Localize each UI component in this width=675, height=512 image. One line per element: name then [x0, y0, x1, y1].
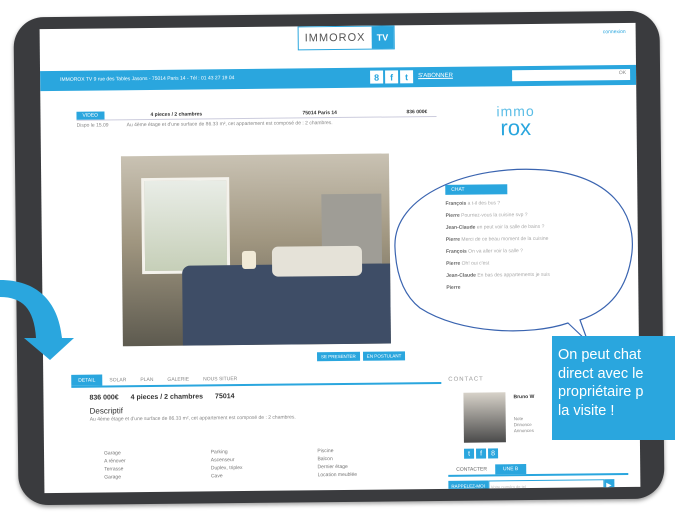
feature-item: A rénover: [104, 458, 126, 465]
tab-une-b[interactable]: UNE B: [494, 464, 527, 475]
tab-detail[interactable]: DETAIL: [71, 374, 103, 386]
property-photo[interactable]: [120, 153, 391, 347]
chat-text: Oh! oui c'est: [461, 260, 490, 267]
property-location: 75014 Paris 14: [302, 110, 337, 117]
description-text: Au 4ème étage et d'une surface de 86.33 …: [89, 414, 296, 423]
detail-postal: 75014: [215, 393, 235, 401]
chat-message: Jean-Claude en peut voir la salle de bai…: [446, 223, 626, 231]
callout-line: direct avec le: [558, 365, 644, 382]
chat-message: Jean-Claude En bas des appartements je s…: [446, 271, 626, 279]
chat-header: CHAT: [445, 184, 508, 195]
chat-message: Pierre: [446, 283, 626, 291]
feature-item: Garage: [104, 474, 122, 481]
chat-text: En bas des appartements je suis: [477, 271, 550, 279]
feature-item: Piscine: [317, 448, 334, 455]
chat-author: Jean-Claude: [446, 272, 476, 279]
search-ok-button[interactable]: OK: [619, 70, 626, 76]
detail-rooms: 4 pieces / 2 chambres: [130, 393, 204, 402]
feature-item: Parking: [210, 449, 228, 456]
chat-message: Pierre Merci de ce beau moment de la cui…: [446, 235, 626, 243]
facebook-icon[interactable]: f: [385, 70, 399, 84]
apply-button[interactable]: EN POSTULANT: [362, 351, 406, 361]
site-logo[interactable]: IMMOROX TV: [297, 25, 395, 51]
feature-item: Location meublée: [317, 471, 358, 479]
tab-nous-situer[interactable]: NOUS SITUER: [196, 373, 244, 385]
chat-author: François: [445, 200, 467, 207]
agent-social: t f 8: [464, 448, 499, 459]
features-grid: Garage Parking Piscine A rénover Ascense…: [104, 447, 424, 480]
photo-lamp: [241, 250, 257, 270]
property-rooms: 4 pieces / 2 chambres: [150, 111, 203, 118]
chat-text: a t-il des bus ?: [467, 200, 501, 207]
brand-line2: rox: [500, 114, 532, 141]
chat-author: Pierre: [445, 212, 460, 219]
property-short-desc: Au 4ème étage et d'une surface de 86.33 …: [126, 120, 333, 129]
property-price: 836 000€: [406, 109, 428, 116]
agent-photo: [463, 392, 506, 443]
immorox-logo: immo rox: [496, 103, 535, 141]
chat-author: Jean-Claude: [445, 224, 476, 231]
top-bar: IMMOROX TV 9 rue des Tables Jasons - 750…: [40, 64, 637, 92]
present-button[interactable]: SE PRESENTER: [316, 351, 360, 362]
chat-panel: CHAT François a t-il des bus ? Pierre Po…: [445, 183, 626, 291]
feature-item: Cave: [210, 473, 223, 480]
callout-line: On peut chat: [558, 347, 642, 363]
feature-item: Dernier étage: [317, 463, 348, 471]
agent-info: Note Dnnonce Annonces: [514, 416, 534, 434]
chat-message: François On va aller voir la salle ?: [446, 247, 626, 255]
chat-author: François: [445, 248, 467, 255]
chat-text: en peut voir la salle de bains ?: [476, 223, 545, 231]
google-plus-icon[interactable]: 8: [488, 448, 499, 459]
chat-text: Pourriez-vous la cuisine svp ?: [461, 212, 528, 219]
twitter-icon[interactable]: t: [400, 70, 414, 84]
feature-item: Duplex, triplex: [210, 465, 243, 472]
callout-box: On peut chat direct avec le propriétaire…: [552, 336, 675, 440]
facebook-icon[interactable]: f: [476, 448, 487, 459]
chat-text: Merci de ce beau moment de la cuisine: [461, 235, 549, 243]
chat-author: Pierre: [446, 260, 461, 267]
tab-contacter[interactable]: CONTACTER: [448, 464, 495, 474]
search-input[interactable]: OK: [512, 68, 631, 82]
logo-tv-badge: TV: [371, 26, 394, 49]
twitter-icon[interactable]: t: [464, 448, 475, 459]
address-text: IMMOROX TV 9 rue des Tables Jasons - 750…: [60, 75, 235, 83]
callout-line: propriétaire p: [558, 384, 644, 400]
google-plus-icon[interactable]: 8: [370, 70, 384, 84]
detail-summary: 836 000€ 4 pieces / 2 chambres 75014: [89, 393, 234, 402]
connexion-link[interactable]: connexion: [603, 29, 626, 35]
contact-tabs: CONTACTER UNE B: [448, 462, 629, 477]
feature-item: Terrasse: [104, 466, 124, 473]
social-links: 8 f t: [370, 70, 414, 84]
video-tag[interactable]: VIDEO: [76, 111, 105, 120]
tab-solar[interactable]: SOLAR: [102, 374, 133, 385]
photo-window: [141, 177, 231, 275]
feature-item: Ascenseur: [210, 457, 235, 464]
feature-item: Balcon: [317, 456, 333, 463]
action-buttons: SE PRESENTER EN POSTULANT: [316, 351, 406, 362]
tab-plan[interactable]: PLAN: [133, 374, 160, 385]
detail-price: 836 000€: [89, 394, 119, 402]
description-title: Descriptif: [89, 406, 123, 416]
contact-label: CONTACT: [448, 376, 484, 383]
agent-info-line: Annonces: [513, 427, 534, 434]
callout-line: la visite !: [558, 402, 615, 419]
logo-text: IMMOROX: [304, 31, 366, 45]
chat-message: Pierre Oh! oui c'est: [446, 259, 626, 267]
website-screen: IMMOROX TV connexion IMMOROX TV 9 rue de…: [39, 22, 641, 494]
subscribe-link[interactable]: S'ABONNER: [418, 73, 453, 79]
chat-author: Pierre: [445, 236, 461, 243]
property-availability: Dispo le 15.09: [76, 122, 109, 129]
tab-galerie[interactable]: GALERIE: [160, 374, 196, 385]
detail-tabs: DETAIL SOLAR PLAN GALERIE NOUS SITUER: [71, 370, 442, 388]
feature-item: Garage: [104, 450, 121, 457]
chat-text: On va aller voir la salle ?: [468, 248, 523, 255]
agent-name: Bruno W: [513, 393, 535, 401]
chat-author: Pierre: [446, 284, 461, 291]
chat-message: François a t-il des bus ?: [445, 199, 625, 207]
chat-message: Pierre Pourriez-vous la cuisine svp ?: [446, 211, 626, 219]
photo-pillow: [271, 245, 363, 277]
